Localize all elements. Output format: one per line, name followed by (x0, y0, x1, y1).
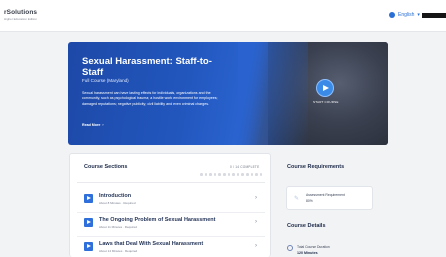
requirement-card: ✎ Assessment Requirement 80% (286, 186, 373, 210)
section-title: Introduction (99, 193, 132, 199)
divider (77, 182, 265, 183)
section-row[interactable]: Laws that Deal With Sexual Harassment Ab… (77, 238, 265, 257)
globe-icon (389, 12, 395, 18)
course-sections-panel: Course Sections 0 / 14 COMPLETE Introduc… (69, 153, 271, 257)
duration-label: Total Course Duration (297, 245, 330, 249)
section-meta: About 8 Minutes · Required (99, 201, 136, 205)
progress-dot (200, 173, 203, 176)
progress-dots (200, 173, 263, 176)
chevron-right-icon: › (255, 243, 257, 249)
progress-dot (213, 173, 217, 176)
chevron-down-icon: ▾ (417, 12, 420, 18)
language-selector[interactable]: English ▾ (389, 12, 420, 18)
progress-dot (204, 173, 208, 176)
logo-text: rSolutions (4, 9, 38, 16)
section-meta: About 14 Minutes · Required (99, 249, 138, 253)
chevron-right-icon: › (255, 195, 257, 201)
logo-subtext: Higher Education Edition (4, 16, 38, 21)
pencil-icon: ✎ (294, 196, 300, 202)
user-menu[interactable] (422, 13, 446, 18)
read-more-label: Read More (82, 123, 101, 127)
clock-icon (287, 245, 293, 251)
section-title: Laws that Deal With Sexual Harassment (99, 241, 204, 247)
progress-dot (222, 173, 226, 176)
play-icon (323, 84, 329, 91)
completion-count: 0 / 14 COMPLETE (230, 165, 260, 169)
divider (77, 236, 265, 237)
requirements-title: Course Requirements (287, 164, 345, 170)
section-row[interactable]: The Ongoing Problem of Sexual Harassment… (77, 214, 265, 237)
top-bar: rSolutions Higher Education Edition Engl… (0, 0, 446, 32)
progress-dot (241, 173, 244, 176)
course-hero-banner: Sexual Harassment: Staff-to-Staff Full C… (68, 42, 388, 145)
assessment-label: Assessment Requirement (306, 193, 345, 197)
language-label: English (398, 12, 415, 18)
hero-gradient (238, 42, 308, 145)
progress-dot (259, 173, 263, 176)
section-meta: About 11 Minutes · Required (99, 225, 137, 229)
duration-value: 120 Minutes (297, 251, 318, 255)
read-more-link[interactable]: Read More › (82, 123, 104, 127)
progress-dot (245, 173, 249, 176)
sections-title: Course Sections (84, 164, 128, 170)
section-play-icon (84, 194, 93, 203)
progress-dot (250, 173, 254, 176)
section-play-icon (84, 242, 93, 251)
section-title: The Ongoing Problem of Sexual Harassment (99, 217, 216, 223)
chevron-right-icon: › (101, 123, 104, 127)
start-course-label[interactable]: START COURSE (313, 100, 339, 104)
start-course-button[interactable] (316, 79, 334, 97)
divider (77, 212, 265, 213)
section-row[interactable]: Introduction About 8 Minutes · Required … (77, 190, 265, 213)
progress-dot (209, 173, 212, 176)
details-title: Course Details (287, 223, 326, 229)
assessment-value: 80% (306, 199, 313, 203)
progress-dot (255, 173, 258, 176)
progress-dot (227, 173, 231, 176)
progress-dot (236, 173, 240, 176)
course-subtitle: Full Course (Maryland) (82, 78, 129, 83)
progress-dot (218, 173, 221, 176)
section-play-icon (84, 218, 93, 227)
chevron-right-icon: › (255, 219, 257, 225)
course-description: Sexual harassment can have lasting effec… (82, 91, 218, 106)
progress-dot (232, 173, 235, 176)
course-title: Sexual Harassment: Staff-to-Staff (82, 56, 212, 78)
logo[interactable]: rSolutions Higher Education Edition (4, 9, 38, 21)
